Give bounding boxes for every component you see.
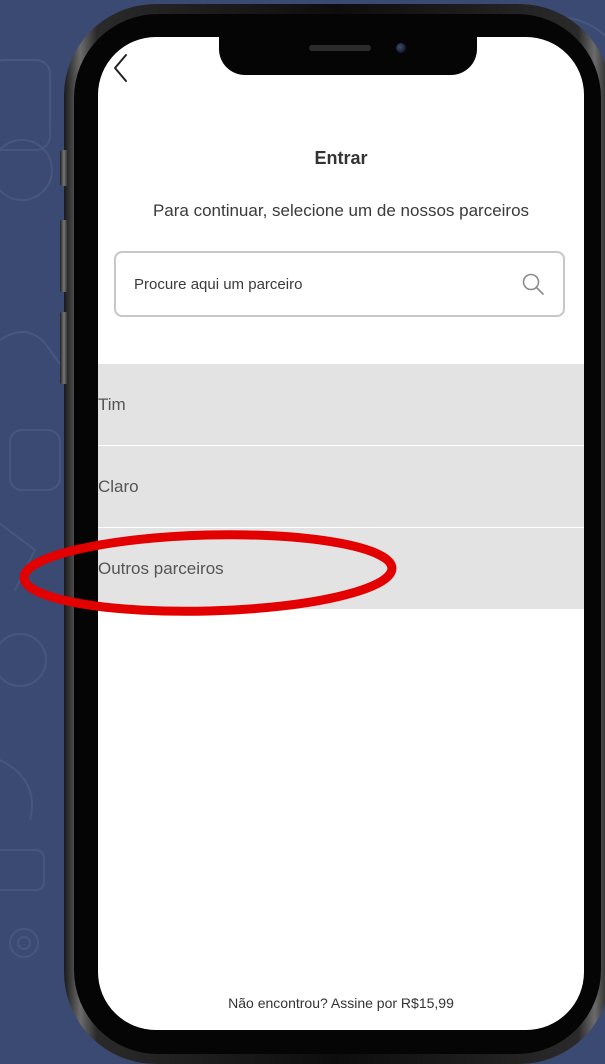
notch <box>219 37 477 75</box>
partner-item-claro[interactable]: Claro <box>98 446 584 528</box>
partner-label: Outros parceiros <box>98 558 224 578</box>
search-icon[interactable] <box>521 272 545 296</box>
page-subtitle: Para continuar, selecione um de nossos p… <box>152 201 530 220</box>
subscribe-link[interactable]: Não encontrou? Assine por R$15,99 <box>98 995 584 1011</box>
volume-up-button <box>60 220 68 292</box>
partner-label: Tim <box>98 394 126 414</box>
volume-down-button <box>60 312 68 384</box>
front-camera <box>396 43 406 53</box>
partner-item-tim[interactable]: Tim <box>98 364 584 446</box>
silent-switch <box>60 150 68 186</box>
partner-list: Tim Claro Outros parceiros <box>98 364 584 610</box>
page-title: Entrar <box>314 148 368 168</box>
search-input[interactable] <box>134 253 504 315</box>
back-button[interactable] <box>110 51 134 85</box>
phone-screen: Entrar Para continuar, selecione um de n… <box>98 37 584 1030</box>
partner-label: Claro <box>98 476 139 496</box>
search-box[interactable] <box>114 251 565 317</box>
earpiece-speaker <box>309 45 371 51</box>
partner-item-outros-parceiros[interactable]: Outros parceiros <box>98 528 584 610</box>
chevron-left-icon <box>114 54 127 82</box>
